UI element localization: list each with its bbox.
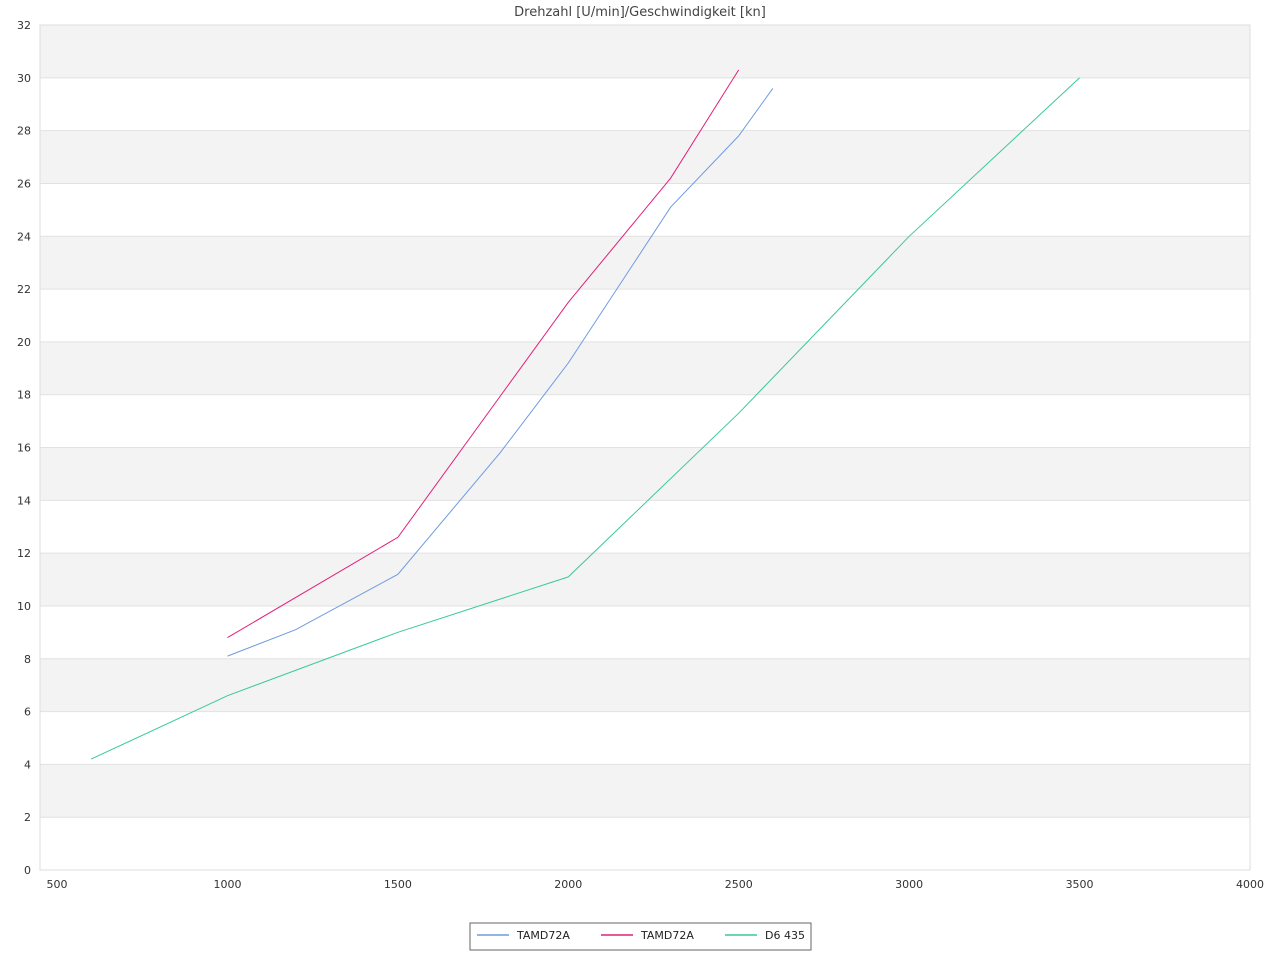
- legend-label: TAMD72A: [640, 929, 694, 942]
- legend-label: TAMD72A: [516, 929, 570, 942]
- legend: TAMD72A TAMD72A D6 435: [469, 922, 812, 951]
- y-tick-label: 20: [17, 336, 31, 349]
- y-tick-label: 22: [17, 283, 31, 296]
- grid-band: [40, 394, 1250, 448]
- y-tick-label: 10: [17, 600, 31, 613]
- y-axis-ticks: 02468101214161820222426283032: [17, 19, 31, 877]
- x-tick-label: 4000: [1236, 878, 1264, 891]
- y-tick-label: 26: [17, 177, 31, 190]
- x-axis-ticks: 500 1000 1500 2000 2500 3000 3500 4000: [47, 878, 1264, 891]
- y-tick-label: 28: [17, 125, 31, 138]
- x-tick-label: 3500: [1066, 878, 1094, 891]
- legend-label: D6 435: [765, 929, 805, 942]
- grid-band: [40, 711, 1250, 765]
- x-tick-label: 2500: [725, 878, 753, 891]
- x-tick-label: 2000: [554, 878, 582, 891]
- x-tick-label: 3000: [895, 878, 923, 891]
- grid-band: [40, 77, 1250, 131]
- grid-band: [40, 605, 1250, 659]
- grid-band: [40, 341, 1250, 395]
- y-tick-label: 16: [17, 442, 31, 455]
- grid-band: [40, 817, 1250, 870]
- y-tick-label: 2: [24, 811, 31, 824]
- grid-band: [40, 25, 1250, 78]
- y-tick-label: 18: [17, 389, 31, 402]
- y-tick-label: 14: [17, 494, 31, 507]
- x-tick-label: 1000: [213, 878, 241, 891]
- y-tick-label: 24: [17, 230, 31, 243]
- y-tick-label: 6: [24, 706, 31, 719]
- grid-band: [40, 500, 1250, 554]
- y-tick-label: 8: [24, 653, 31, 666]
- line-chart: 02468101214161820222426283032 500 1000 150…: [17, 5, 1264, 951]
- y-tick-label: 12: [17, 547, 31, 560]
- chart-title: Drehzahl [U/min]/Geschwindigkeit [kn]: [514, 5, 766, 20]
- grid-band: [40, 236, 1250, 290]
- y-tick-label: 4: [24, 758, 31, 771]
- grid-band: [40, 553, 1250, 606]
- grid-band: [40, 289, 1250, 342]
- grid-band: [40, 764, 1250, 818]
- x-tick-label: 1500: [384, 878, 412, 891]
- y-tick-label: 0: [24, 864, 31, 877]
- grid-band: [40, 658, 1250, 712]
- x-tick-label: 500: [47, 878, 68, 891]
- y-tick-label: 30: [17, 72, 31, 85]
- grid-band: [40, 130, 1250, 184]
- y-tick-label: 32: [17, 19, 31, 32]
- grid-band: [40, 447, 1250, 501]
